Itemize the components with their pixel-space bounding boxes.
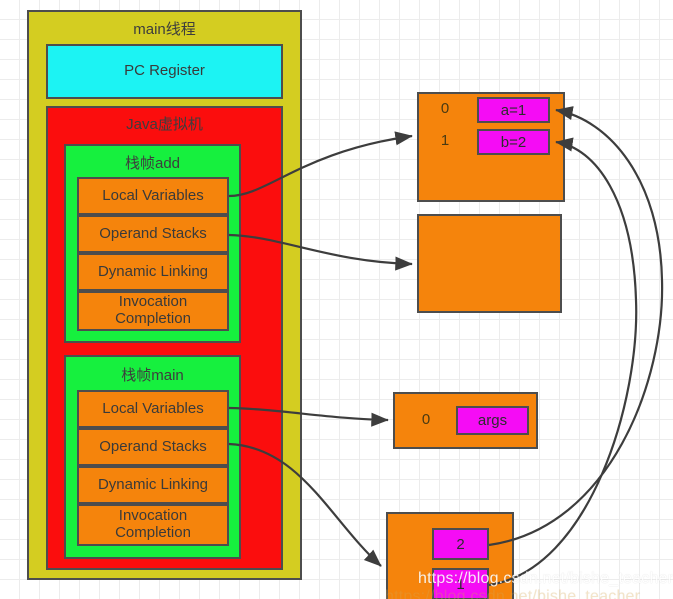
- local-variable-table-add-index-0: 0: [440, 100, 450, 117]
- local-variable-table-main-cell-args: args: [456, 406, 529, 435]
- slot-label: Local Variables: [102, 186, 204, 204]
- frame-add-slot-dynamic-linking: Dynamic Linking: [77, 253, 229, 291]
- cell-text: 2: [456, 535, 465, 553]
- operand-stack-main-cell-1: 1: [432, 568, 489, 599]
- local-variable-table-add-cell-b: b=2: [477, 129, 550, 155]
- slot-label: Operand Stacks: [99, 224, 207, 242]
- cell-text: args: [477, 412, 508, 429]
- frame-main-slot-operand-stacks: Operand Stacks: [77, 428, 229, 466]
- frame-main-slot-invocation-completion: Invocation Completion: [77, 504, 229, 546]
- frame-add-slot-invocation-completion: Invocation Completion: [77, 291, 229, 331]
- slot-label: Dynamic Linking: [97, 475, 209, 493]
- cell-text: b=2: [500, 133, 527, 151]
- slot-label: Local Variables: [102, 399, 204, 417]
- slot-label: Dynamic Linking: [97, 262, 209, 280]
- slot-label: Invocation Completion: [115, 507, 191, 541]
- pc-register-label: PC Register: [124, 62, 205, 80]
- diagram-canvas: main线程 PC Register Java虚拟机 栈帧add Local V…: [0, 0, 673, 599]
- operand-stack-add-box: [417, 214, 562, 313]
- cell-text: a=1: [500, 101, 527, 119]
- frame-main-slot-local-variables: Local Variables: [77, 390, 229, 428]
- local-variable-table-main-index-0: 0: [421, 411, 431, 428]
- operand-stack-main-cell-2: 2: [432, 528, 489, 560]
- slot-label: Invocation Completion: [115, 293, 191, 327]
- frame-add-slot-local-variables: Local Variables: [77, 177, 229, 215]
- local-variable-table-add-index-1: 1: [440, 132, 450, 149]
- pc-register-box: PC Register: [46, 44, 283, 99]
- cell-text: 1: [456, 575, 465, 593]
- frame-add-slot-operand-stacks: Operand Stacks: [77, 215, 229, 253]
- local-variable-table-add-cell-a: a=1: [477, 97, 550, 123]
- slot-label: Operand Stacks: [99, 437, 207, 455]
- frame-main-slot-dynamic-linking: Dynamic Linking: [77, 466, 229, 504]
